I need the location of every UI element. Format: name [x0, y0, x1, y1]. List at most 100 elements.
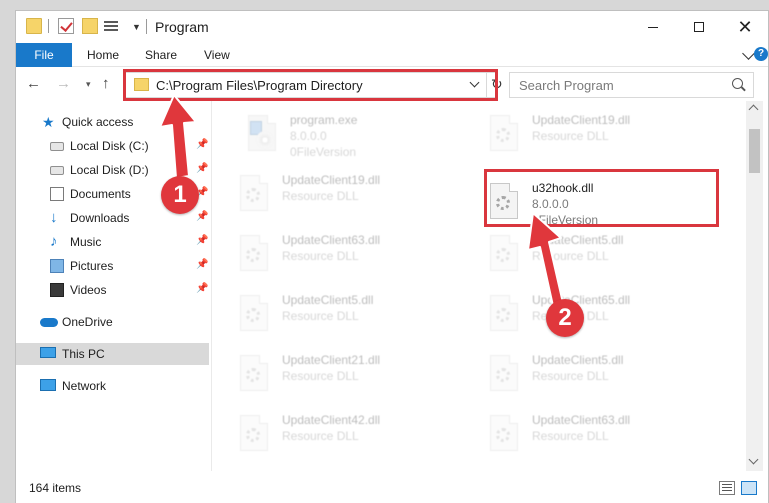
navigation-bar: ← → ▾ ↑ C:\Program Files\Program Directo…: [16, 67, 768, 101]
downloads-icon: ↓: [50, 209, 58, 226]
file-item[interactable]: UpdateClient21.dll Resource DLL: [236, 351, 466, 407]
file-name: UpdateClient5.dll: [282, 293, 374, 307]
sidebar-item-onedrive[interactable]: OneDrive: [16, 311, 212, 333]
minimize-button[interactable]: [630, 11, 676, 43]
file-name: UpdateClient63.dll: [532, 413, 631, 427]
sidebar-item-label: This PC: [62, 347, 105, 361]
help-icon[interactable]: ?: [754, 47, 768, 61]
file-type: Resource DLL: [532, 129, 609, 143]
file-item[interactable]: UpdateClient5.dll Resource DLL: [486, 351, 716, 407]
sidebar-item-label: Local Disk (D:): [70, 163, 149, 177]
file-name: UpdateClient21.dll: [282, 353, 381, 367]
file-name: UpdateClient19.dll: [532, 113, 631, 127]
tab-view[interactable]: View: [204, 48, 230, 62]
file-item[interactable]: UpdateClient19.dll Resource DLL: [236, 171, 466, 227]
dll-file-icon: [236, 415, 272, 457]
sidebar-item-label: Network: [62, 379, 107, 393]
dll-file-icon: [486, 415, 522, 457]
large-icons-view-icon[interactable]: [741, 481, 757, 495]
tab-home[interactable]: Home: [87, 48, 119, 62]
search-placeholder: Search Program: [519, 78, 614, 93]
file-item[interactable]: UpdateClient5.dll Resource DLL: [236, 291, 466, 347]
file-explorer-window: ▼ Program ✕ File Home Share View ? ← → ▾…: [15, 10, 769, 503]
file-name: UpdateClient65.dll: [532, 293, 631, 307]
file-item-program-exe[interactable]: program.exe 8.0.0.0 0FileVersion: [244, 111, 474, 167]
tab-share[interactable]: Share: [145, 48, 177, 62]
forward-button[interactable]: →: [56, 75, 71, 92]
file-type: Resource DLL: [532, 249, 609, 263]
file-item[interactable]: UpdateClient42.dll Resource DLL: [236, 411, 466, 467]
sidebar-item-label: Pictures: [70, 259, 114, 273]
sidebar-item-music[interactable]: ♪ Music 📌: [16, 231, 212, 253]
window-title: Program: [155, 19, 209, 35]
videos-icon: [50, 283, 64, 297]
pin-icon[interactable]: 📌: [196, 139, 208, 150]
file-item[interactable]: UpdateClient63.dll Resource DLL: [236, 231, 466, 287]
star-icon: ★: [42, 114, 55, 130]
file-item[interactable]: UpdateClient65.dll Resource DLL: [486, 291, 716, 347]
pc-icon: [40, 347, 56, 358]
divider: [48, 19, 49, 33]
file-item[interactable]: UpdateClient19.dll Resource DLL: [486, 111, 716, 167]
file-name: UpdateClient19.dll: [282, 173, 381, 187]
sidebar-item-local-disk-c[interactable]: Local Disk (C:) 📌: [16, 135, 212, 157]
sidebar-item-quick-access[interactable]: ★ Quick access: [16, 111, 212, 133]
pin-icon[interactable]: 📌: [196, 235, 208, 246]
sidebar-item-videos[interactable]: Videos 📌: [16, 279, 212, 301]
file-description: 0FileVersion: [290, 145, 357, 159]
expand-ribbon-icon[interactable]: [742, 47, 755, 60]
file-item[interactable]: UpdateClient63.dll Resource DLL: [486, 411, 716, 467]
minimize-icon: [648, 26, 658, 28]
pictures-icon: [50, 259, 64, 273]
dll-file-icon: [236, 175, 272, 217]
file-name: UpdateClient5.dll: [532, 353, 624, 367]
close-button[interactable]: ✕: [722, 11, 768, 43]
sidebar-item-label: Local Disk (C:): [70, 139, 149, 153]
new-folder-icon[interactable]: [82, 18, 98, 34]
file-list: program.exe 8.0.0.0 0FileVersion UpdateC…: [214, 101, 744, 471]
maximize-button[interactable]: [676, 11, 722, 43]
file-item[interactable]: UpdateClient5.dll Resource DLL: [486, 231, 716, 287]
recent-locations-button[interactable]: ▾: [86, 79, 91, 90]
file-type: Resource DLL: [282, 429, 359, 443]
scroll-down-icon[interactable]: [748, 454, 759, 465]
pin-icon[interactable]: 📌: [196, 211, 208, 222]
scroll-thumb[interactable]: [749, 129, 760, 173]
file-name: program.exe: [290, 113, 358, 127]
pin-icon[interactable]: 📌: [196, 163, 208, 174]
sidebar-item-this-pc[interactable]: This PC: [16, 343, 209, 365]
sidebar-item-label: OneDrive: [62, 315, 113, 329]
scroll-up-icon[interactable]: [748, 104, 759, 115]
customize-toolbar-icon[interactable]: ▼: [132, 22, 141, 32]
file-highlight-box: [484, 169, 719, 227]
file-name: UpdateClient63.dll: [282, 233, 381, 247]
title-bar: ▼ Program ✕: [16, 11, 768, 43]
dll-file-icon: [486, 355, 522, 397]
file-name: UpdateClient42.dll: [282, 413, 381, 427]
pin-icon[interactable]: 📌: [196, 283, 208, 294]
dll-file-icon: [486, 115, 522, 157]
status-bar: 164 items: [16, 473, 768, 503]
exe-file-icon: [244, 115, 280, 157]
vertical-scrollbar[interactable]: [746, 101, 763, 471]
search-icon[interactable]: [732, 78, 743, 89]
folder-icon: [26, 18, 42, 34]
sidebar-item-network[interactable]: Network: [16, 375, 212, 397]
documents-icon: [50, 187, 64, 201]
properties-icon[interactable]: [104, 18, 122, 34]
properties-check-icon[interactable]: [58, 18, 74, 34]
details-view-icon[interactable]: [719, 481, 735, 495]
sidebar-item-label: Videos: [70, 283, 107, 297]
sidebar-item-pictures[interactable]: Pictures 📌: [16, 255, 212, 277]
search-input[interactable]: Search Program: [509, 72, 754, 98]
up-button[interactable]: ↑: [102, 75, 110, 92]
sidebar-item-label: Downloads: [70, 211, 130, 225]
address-highlight-box: [123, 69, 498, 101]
step-1-badge: 1: [161, 176, 199, 214]
dll-file-icon: [486, 295, 522, 337]
back-button[interactable]: ←: [26, 75, 41, 92]
sidebar-item-label: Quick access: [62, 115, 134, 129]
sidebar-item-label: Music: [70, 235, 102, 249]
pin-icon[interactable]: 📌: [196, 259, 208, 270]
tab-file[interactable]: File: [16, 43, 72, 67]
